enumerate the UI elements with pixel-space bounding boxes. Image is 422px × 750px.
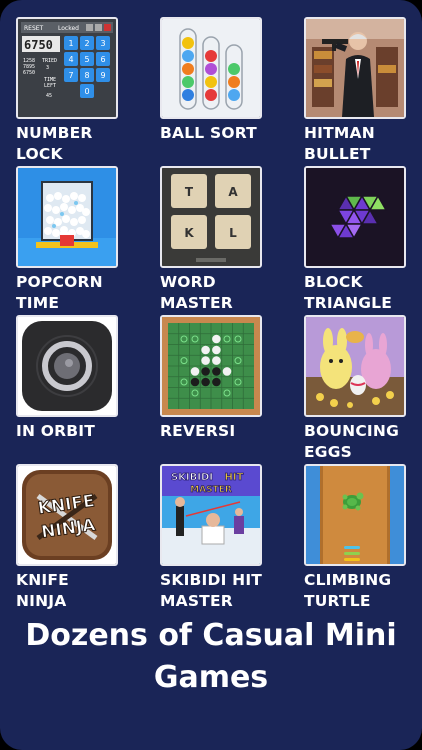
skibidi-title-1: SKIBIDI: [171, 472, 213, 483]
climbing-turtle-icon: [304, 464, 406, 566]
in-orbit-icon: [16, 315, 118, 417]
game-label: BALL SORT: [160, 124, 257, 142]
game-label: BOUNCING EGGS: [304, 422, 399, 461]
game-label: IN ORBIT: [16, 422, 96, 440]
ball-sort-icon: [160, 17, 262, 119]
app-screenshot: RESET Locked 6750 123 456 789 0 1258 789…: [0, 0, 422, 750]
game-label: KNIFE NINJA: [16, 571, 69, 610]
game-label: NUMBER LOCK: [16, 124, 93, 163]
svg-text:0: 0: [84, 87, 89, 96]
svg-text:L: L: [229, 226, 237, 240]
word-master-icon: T A K L: [160, 166, 262, 268]
game-tile-skibidi-hit-master[interactable]: SKIBIDI HIT MASTER SKIBIDI HIT MASTER: [160, 464, 262, 612]
number-lock-icon: RESET Locked 6750 123 456 789 0 1258 789…: [16, 17, 118, 119]
game-tile-hitman-bullet[interactable]: HITMAN BULLET: [304, 17, 406, 165]
game-tile-bouncing-eggs[interactable]: BOUNCING EGGS: [304, 315, 406, 463]
svg-text:6: 6: [100, 55, 105, 64]
hitman-bullet-icon: [304, 17, 406, 119]
svg-text:3: 3: [100, 39, 105, 48]
svg-text:3: 3: [46, 65, 49, 71]
svg-text:TIMELEFT: TIME LEFT: [44, 77, 56, 89]
game-tile-knife-ninja[interactable]: KNIFE NINJA KNIFE NINJA: [16, 464, 118, 612]
skibidi-hit-master-icon: SKIBIDI HIT MASTER: [160, 464, 262, 566]
svg-text:4: 4: [68, 55, 73, 64]
game-tile-in-orbit[interactable]: IN ORBIT: [16, 315, 118, 442]
svg-text:K: K: [184, 226, 194, 240]
game-label: REVERSI: [160, 422, 236, 440]
lock-display: 6750: [24, 38, 53, 52]
svg-text:T: T: [185, 185, 194, 199]
game-tile-block-triangle[interactable]: BLOCK TRIANGLE: [304, 166, 406, 314]
svg-text:2: 2: [84, 39, 89, 48]
game-tile-climbing-turtle[interactable]: CLIMBING TURTLE: [304, 464, 406, 612]
svg-text:45: 45: [46, 93, 52, 99]
popcorn-time-icon: [16, 166, 118, 268]
game-label: BLOCK TRIANGLE: [304, 273, 393, 312]
game-label: CLIMBING TURTLE: [304, 571, 392, 610]
svg-text:8: 8: [84, 71, 89, 80]
game-label: HITMAN BULLET: [304, 124, 375, 163]
svg-text:9: 9: [100, 71, 105, 80]
game-tile-number-lock[interactable]: RESET Locked 6750 123 456 789 0 1258 789…: [16, 17, 118, 165]
svg-text:6750: 6750: [23, 70, 35, 76]
game-label: SKIBIDI HIT MASTER: [160, 571, 263, 610]
game-tile-popcorn-time[interactable]: POPCORN TIME: [16, 166, 118, 314]
reset-text: RESET: [24, 25, 44, 32]
svg-text:5: 5: [84, 55, 89, 64]
game-label: POPCORN TIME: [16, 273, 103, 312]
svg-text:A: A: [228, 185, 238, 199]
bouncing-eggs-icon: [304, 315, 406, 417]
skibidi-title-2: HIT: [225, 472, 244, 483]
knife-ninja-icon: KNIFE NINJA: [16, 464, 118, 566]
game-label: WORD MASTER: [160, 273, 233, 312]
game-tile-ball-sort[interactable]: BALL SORT: [160, 17, 262, 144]
svg-text:TRIED: TRIED: [42, 58, 57, 64]
game-tile-reversi[interactable]: REVERSI: [160, 315, 262, 442]
block-triangle-icon: [304, 166, 406, 268]
game-tile-word-master[interactable]: T A K L WORD MASTER: [160, 166, 262, 314]
reversi-icon: [160, 315, 262, 417]
svg-text:1: 1: [68, 39, 73, 48]
svg-text:7: 7: [68, 71, 73, 80]
skibidi-title-3: MASTER: [190, 485, 232, 495]
tagline: Dozens of Casual Mini Games: [25, 618, 397, 695]
locked-text: Locked: [58, 25, 79, 32]
